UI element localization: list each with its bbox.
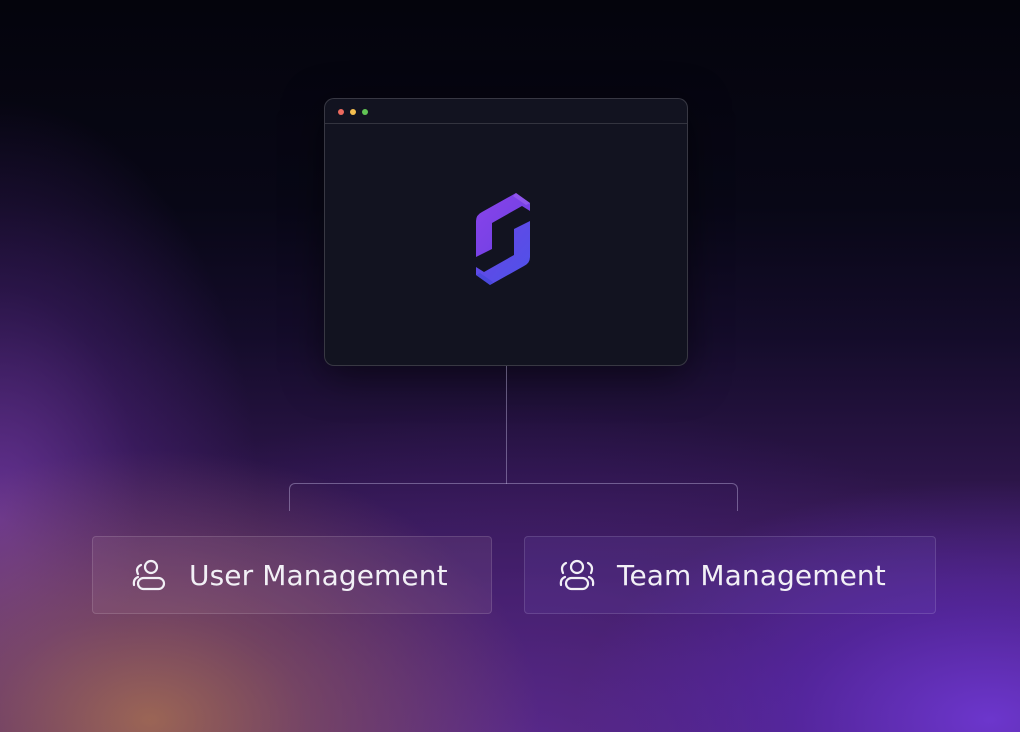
app-window xyxy=(324,98,688,366)
user-management-label: User Management xyxy=(189,558,448,592)
team-management-label: Team Management xyxy=(617,558,886,592)
connector-branch xyxy=(289,483,738,511)
window-titlebar xyxy=(325,99,687,124)
minimize-window-dot[interactable] xyxy=(350,109,356,115)
team-icon xyxy=(559,559,595,591)
close-window-dot[interactable] xyxy=(338,109,344,115)
team-management-card[interactable]: Team Management xyxy=(524,536,936,614)
maximize-window-dot[interactable] xyxy=(362,109,368,115)
user-icon xyxy=(132,559,166,591)
window-content xyxy=(325,124,687,365)
s-logo-icon xyxy=(476,193,530,285)
connector-line xyxy=(506,366,507,484)
user-management-card[interactable]: User Management xyxy=(92,536,492,614)
